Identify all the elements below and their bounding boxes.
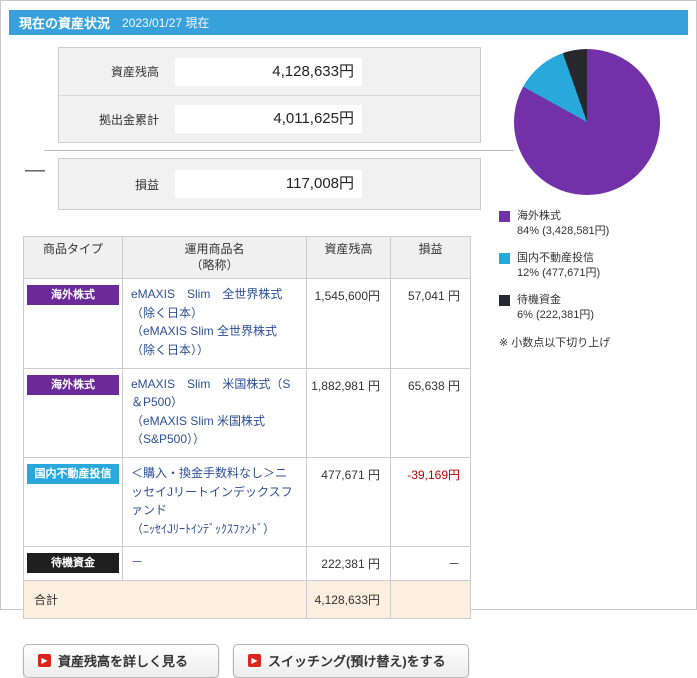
balance-contribution-box: 資産残高 4,128,633円 拠出金累計 4,011,625円 (58, 47, 481, 143)
balance-value: 4,128,633円 (175, 57, 362, 86)
pie-chart (514, 49, 660, 195)
total-row: 合計 4,128,633円 (23, 579, 471, 619)
summary-section: — 資産残高 4,128,633円 拠出金累計 4,011,625円 損益 11… (23, 47, 514, 210)
red-arrow-icon: ▶ (248, 654, 261, 668)
action-buttons: ▶ 資産残高を詳しく見る ▶ スイッチング(預け替え)をする (23, 643, 481, 678)
balance-label: 資産残高 (110, 65, 159, 79)
contribution-label: 拠出金累計 (98, 112, 159, 127)
total-balance: 4,128,633円 (306, 579, 391, 619)
profit-loss-box: 損益 117,008円 (58, 158, 481, 210)
table-row: 国内不動産投信 ＜購入・換金手数料なし＞ニッセイJリートインデックスファンド （… (23, 456, 471, 548)
balance-cell: 477,671 円 (306, 456, 391, 548)
asset-status-page: 現在の資産状況 2023/01/27 現在 — 資産残高 4,128,633円 … (0, 0, 697, 678)
product-name-link[interactable]: eMAXIS Slim 米国株式（S＆P500） （eMAXIS Slim 米国… (122, 367, 307, 458)
balance-cell: 1,882,981 円 (306, 367, 391, 458)
legend-swatch-domestic-reit (499, 252, 510, 264)
pl-cell: -39,169円 (390, 456, 471, 548)
product-name-link[interactable]: eMAXIS Slim 全世界株式（除く日本） （eMAXIS Slim 全世界… (122, 278, 307, 369)
legend-item: 海外株式 84% (3,428,581円) (499, 209, 687, 240)
legend-item: 国内不動産投信 12% (477,671円) (499, 251, 687, 282)
col-header-pl: 損益 (390, 235, 471, 280)
product-type-badge: 海外株式 (27, 285, 119, 306)
pl-cell: 65,638 円 (390, 367, 471, 458)
product-type-badge: 国内不動産投信 (27, 463, 119, 484)
table-row: 海外株式 eMAXIS Slim 米国株式（S＆P500） （eMAXIS Sl… (23, 367, 471, 458)
total-label: 合計 (23, 579, 307, 619)
table-header-row: 商品タイプ 運用商品名 （略称） 資産残高 損益 (23, 235, 471, 280)
profit-loss-value: 117,008円 (175, 170, 362, 198)
col-header-product-type: 商品タイプ (23, 235, 123, 280)
table-row: 待機資金 － 222,381 円 － (23, 546, 471, 581)
legend-swatch-foreign-equity (499, 211, 510, 222)
contribution-row: 拠出金累計 4,011,625円 (59, 95, 480, 142)
rounding-note: ※ 小数点以下切り上げ (499, 337, 611, 350)
product-name-link[interactable]: ＜購入・換金手数料なし＞ニッセイJリートインデックスファンド （ﾆｯｾｲJﾘｰﾄ… (122, 456, 307, 548)
legend-label: 待機資金 (517, 293, 561, 306)
profit-loss-label: 損益 (134, 177, 159, 192)
balance-cell: 1,545,600円 (306, 278, 391, 369)
pie-legend: 海外株式 84% (3,428,581円) 国内不動産投信 12% (477,6… (487, 209, 687, 323)
total-pl-empty (390, 579, 471, 619)
product-type-badge: 海外株式 (27, 374, 119, 395)
col-header-balance: 資産残高 (306, 235, 391, 280)
view-balance-detail-button[interactable]: ▶ 資産残高を詳しく見る (23, 643, 219, 678)
table-row: 海外株式 eMAXIS Slim 全世界株式（除く日本） （eMAXIS Sli… (23, 278, 471, 369)
balance-cell: 222,381 円 (306, 546, 391, 581)
minus-operator: — (25, 159, 45, 181)
legend-swatch-standby-funds (499, 294, 510, 306)
right-column: 海外株式 84% (3,428,581円) 国内不動産投信 12% (477,6… (487, 47, 687, 678)
left-column: — 資産残高 4,128,633円 拠出金累計 4,011,625円 損益 11… (9, 47, 514, 678)
balance-row: 資産残高 4,128,633円 (59, 48, 480, 95)
equals-divider (44, 150, 514, 151)
as-of-date: 2023/01/27 現在 (122, 16, 210, 30)
page-header: 現在の資産状況 2023/01/27 現在 (9, 10, 688, 35)
product-type-badge: 待機資金 (27, 553, 119, 574)
holdings-table: 商品タイプ 運用商品名 （略称） 資産残高 損益 海外株式 eMAXIS Sli… (23, 235, 471, 619)
legend-label: 海外株式 (517, 210, 561, 222)
legend-detail: 6% (222,381円) (517, 308, 595, 321)
content-area: — 資産残高 4,128,633円 拠出金累計 4,011,625円 損益 11… (9, 35, 688, 678)
profit-loss-row: 損益 117,008円 (59, 159, 480, 209)
pl-cell: － (390, 546, 471, 581)
red-arrow-icon: ▶ (38, 654, 51, 668)
product-name-cell: － (122, 546, 307, 581)
legend-detail: 12% (477,671円) (517, 267, 601, 280)
switching-button[interactable]: ▶ スイッチング(預け替え)をする (233, 643, 469, 678)
legend-item: 待機資金 6% (222,381円) (499, 293, 687, 324)
pl-cell: 57,041 円 (390, 278, 471, 369)
page-title: 現在の資産状況 (19, 16, 111, 31)
col-header-product-name: 運用商品名 （略称） (122, 235, 307, 280)
contribution-value: 4,011,625円 (175, 105, 362, 133)
legend-detail: 84% (3,428,581円) (517, 225, 610, 238)
legend-label: 国内不動産投信 (517, 251, 594, 264)
